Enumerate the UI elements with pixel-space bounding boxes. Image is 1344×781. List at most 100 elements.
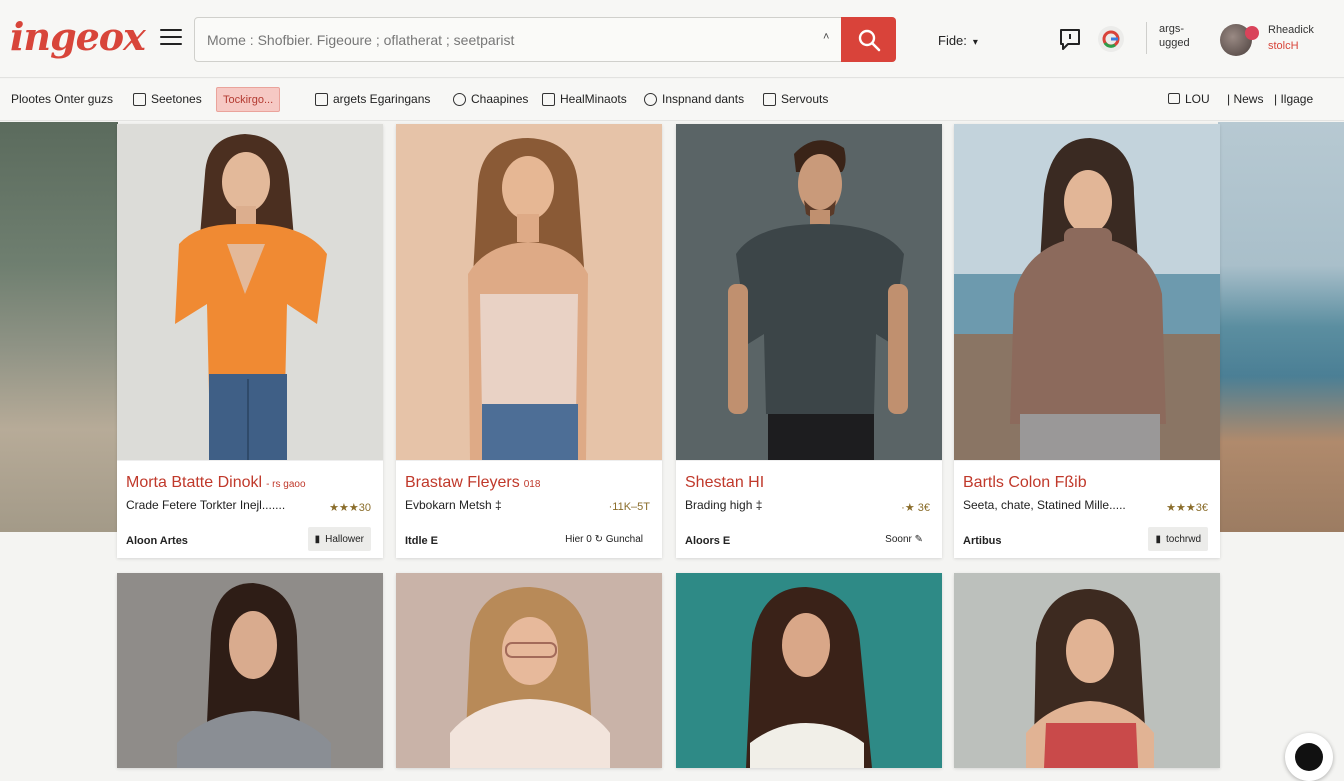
shield-icon: [453, 92, 466, 106]
card-title[interactable]: Bartls Colon Fßib: [963, 474, 1087, 492]
product-photo[interactable]: [396, 124, 662, 460]
product-card[interactable]: Shestan HI Brading high ‡ ·★ 3€ Aloors E…: [676, 124, 942, 558]
user-sub: stolcH: [1268, 40, 1299, 52]
user-menu[interactable]: Rheadick stolcH: [1268, 22, 1314, 54]
product-photo[interactable]: [396, 573, 662, 768]
product-card[interactable]: Brastaw Fleyers 018 Evbokarn Metsh ‡ ·11K…: [396, 124, 662, 558]
card-title[interactable]: Morta Btatte Dinokl - rs gaoo: [126, 474, 306, 492]
product-photo[interactable]: [676, 124, 942, 460]
card-info: Morta Btatte Dinokl - rs gaoo Crade Feter…: [117, 460, 383, 558]
account-line-2: ugged: [1159, 37, 1190, 49]
card-rating: ★★★3€: [1166, 502, 1208, 514]
product-photo[interactable]: [117, 573, 383, 768]
product-card[interactable]: Bartls Colon Fßib Seeta, chate, Statined…: [954, 124, 1220, 558]
background-photo-left: [0, 122, 118, 532]
nav-item-tracking[interactable]: Tockirgo...: [216, 87, 281, 112]
info-icon: [644, 92, 657, 106]
bookmark-icon: [315, 92, 328, 106]
product-card[interactable]: Morta Btatte Dinokl - rs gaoo Crade Feter…: [117, 124, 383, 558]
user-icon: ▮: [1155, 533, 1161, 545]
nav-item-label: Servouts: [781, 92, 829, 106]
card-author[interactable]: Itdle E: [405, 535, 438, 547]
product-card[interactable]: [676, 573, 942, 768]
nav-right-lou[interactable]: LOU: [1168, 92, 1210, 106]
card-rating: ·★ 3€: [901, 502, 930, 514]
product-card[interactable]: [117, 573, 383, 768]
card-author[interactable]: Aloon Artes: [126, 535, 188, 547]
background-photo-right: [1218, 122, 1344, 532]
nav-item-label: Inspnand dants: [662, 92, 745, 106]
product-photo[interactable]: [954, 124, 1220, 460]
card-description: Crade Fetere Torkter Inejl.......: [126, 498, 286, 512]
record-icon: [1295, 743, 1323, 771]
chat-icon[interactable]: [1056, 25, 1084, 53]
notification-badge: [1245, 26, 1259, 40]
nav-item-label: HealMinaots: [560, 92, 627, 106]
account-line-1: args-: [1159, 23, 1185, 35]
site-logo[interactable]: ingeox: [10, 14, 146, 59]
mail-icon: [763, 92, 776, 106]
product-photo[interactable]: [676, 573, 942, 768]
nav-item-label: Plootes Onter guzs: [11, 92, 114, 106]
card-author[interactable]: Aloors E: [685, 535, 730, 547]
nav-item-label: Tockirgo...: [223, 93, 274, 106]
menu-hamburger-icon[interactable]: [160, 29, 182, 47]
card-action-button[interactable]: Hier 0 ↻ Gunchal: [558, 527, 650, 551]
card-description: Seeta, chate, Statined Mille.....: [963, 498, 1126, 512]
nav-right-news[interactable]: | News: [1227, 92, 1263, 106]
nav-item-targets[interactable]: argets Egaringans: [315, 92, 430, 106]
card-rating: ·11K–5T: [608, 501, 650, 513]
user-name: Rheadick: [1268, 24, 1314, 36]
card-title-text: Morta Btatte Dinokl: [126, 474, 263, 491]
nav-item-label: Seetones: [151, 92, 202, 106]
floating-action-button[interactable]: [1285, 733, 1333, 781]
user-icon: ▮: [314, 533, 321, 545]
top-header: ingeox Mome : Shofbier. Figeoure ; oflat…: [0, 0, 1344, 78]
card-action-button[interactable]: ▮ Hallower: [307, 527, 371, 551]
clipboard-icon: [133, 92, 146, 106]
category-nav: Plootes Onter guzs Seetones Tockirgo... …: [0, 79, 1344, 121]
card-info: Bartls Colon Fßib Seeta, chate, Statined…: [954, 460, 1220, 558]
nav-item-photos[interactable]: Plootes Onter guzs: [11, 92, 113, 106]
search-input[interactable]: Mome : Shofbier. Figeoure ; oflatherat ;…: [207, 32, 514, 48]
nav-item-label: argets Egaringans: [333, 92, 431, 106]
card-description: Brading high ‡: [685, 498, 763, 512]
card-action-label: Hallower: [325, 533, 364, 545]
chevron-up-icon[interactable]: ˄: [823, 31, 829, 43]
account-status[interactable]: args-ugged: [1159, 22, 1190, 50]
nav-item-sections[interactable]: Seetones: [133, 92, 202, 106]
card-title-meta: 018: [523, 479, 541, 490]
card-description: Evbokarn Metsh ‡: [405, 498, 502, 512]
card-action-button[interactable]: ▮ tochrwd: [1148, 527, 1208, 551]
search-bar[interactable]: Mome : Shofbier. Figeoure ; oflatherat ;…: [194, 17, 896, 62]
header-divider: [1146, 22, 1147, 54]
nav-item-champions[interactable]: Chaapines: [453, 92, 528, 106]
card-title[interactable]: Shestan HI: [685, 474, 764, 492]
nav-item-health[interactable]: HealMinaots: [542, 92, 627, 106]
product-photo[interactable]: [117, 124, 383, 460]
cart-icon: [1168, 93, 1180, 104]
search-button[interactable]: [841, 17, 896, 62]
nav-item-inspiration[interactable]: Inspnand dants: [644, 92, 744, 106]
card-author[interactable]: Artibus: [963, 535, 1002, 547]
card-rating: ★★★30: [329, 502, 371, 514]
tag-icon: [542, 92, 555, 106]
filter-dropdown[interactable]: Fide: ▾: [938, 33, 978, 48]
card-title[interactable]: Brastaw Fleyers 018: [405, 474, 540, 492]
card-action-button[interactable]: Soonr ✎: [878, 527, 930, 551]
nav-item-services[interactable]: Servouts: [763, 92, 828, 106]
card-action-label: tochrwd: [1165, 533, 1201, 545]
search-icon: [858, 29, 881, 52]
filter-label: Fide:: [938, 33, 967, 48]
product-card[interactable]: [954, 573, 1220, 768]
card-info: Brastaw Fleyers 018 Evbokarn Metsh ‡ ·11K…: [396, 460, 662, 558]
card-info: Shestan HI Brading high ‡ ·★ 3€ Aloors E…: [676, 460, 942, 558]
google-icon[interactable]: [1097, 25, 1125, 53]
product-photo[interactable]: [954, 573, 1220, 768]
card-title-meta: - rs gaoo: [266, 479, 306, 490]
nav-right-label: LOU: [1185, 92, 1210, 106]
product-card[interactable]: [396, 573, 662, 768]
nav-right-language[interactable]: | Ilgage: [1274, 92, 1313, 106]
nav-item-label: Chaapines: [471, 92, 529, 106]
chevron-down-icon: ▾: [972, 37, 978, 48]
